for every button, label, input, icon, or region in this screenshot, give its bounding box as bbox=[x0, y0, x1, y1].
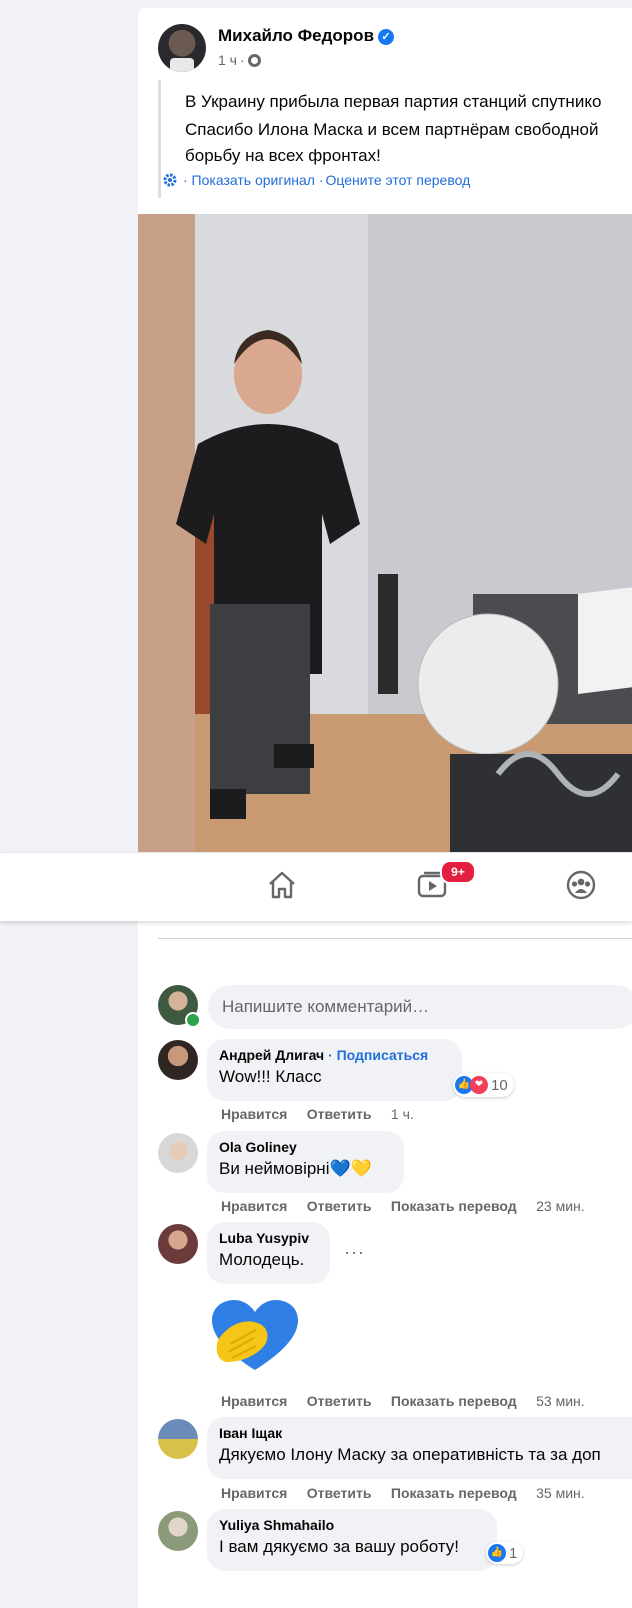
bottom-nav bbox=[0, 852, 632, 921]
comment-actions: Нравится Ответить 1 ч. bbox=[221, 1106, 414, 1122]
commenter-avatar[interactable] bbox=[158, 1040, 198, 1080]
comment-time[interactable]: 23 мин. bbox=[536, 1198, 585, 1214]
comment-bubble: Андрей Длигач · Подписаться Wow!!! Класс bbox=[207, 1039, 462, 1101]
comment-bubble: Ola Goliney Ви неймовірні💙💛 bbox=[207, 1131, 404, 1193]
meta-separator: · bbox=[239, 52, 245, 68]
gear-icon bbox=[163, 173, 177, 187]
globe-icon bbox=[247, 53, 261, 67]
commenter-avatar[interactable] bbox=[158, 1511, 198, 1551]
translate-link[interactable]: Показать перевод bbox=[391, 1485, 517, 1501]
photo-illustration bbox=[138, 214, 632, 854]
heart-hands-sticker bbox=[212, 1300, 298, 1370]
author-avatar[interactable] bbox=[158, 24, 206, 72]
comment-input[interactable]: Напишите комментарий… bbox=[208, 985, 632, 1029]
comment-text: Wow!!! Класс bbox=[219, 1067, 322, 1086]
translate-link[interactable]: Показать перевод bbox=[391, 1198, 517, 1214]
commenter-name[interactable]: Іван Іщак bbox=[219, 1425, 632, 1441]
comment-actions: Нравится Ответить Показать перевод 23 ми… bbox=[221, 1198, 585, 1214]
comment-text: І вам дякуємо за вашу роботу! bbox=[219, 1537, 460, 1556]
reaction-count: 1 bbox=[509, 1544, 518, 1562]
comment-text: Ви неймовірні💙💛 bbox=[219, 1159, 372, 1178]
translation-links: · Показать оригинал · Оцените этот перев… bbox=[162, 172, 470, 188]
comment-bubble: Іван Іщак Дякуємо Ілону Маску за операти… bbox=[207, 1417, 632, 1479]
comment-bubble: Yuliya Shmahailo І вам дякуємо за вашу р… bbox=[207, 1509, 497, 1571]
commenter-avatar[interactable] bbox=[158, 1224, 198, 1264]
post-author[interactable]: Михайло Федоров ✓ bbox=[218, 26, 395, 46]
reply-link[interactable]: Ответить bbox=[307, 1106, 372, 1122]
like-link[interactable]: Нравится bbox=[221, 1485, 287, 1501]
comment-actions: Нравится Ответить Показать перевод 53 ми… bbox=[221, 1393, 585, 1409]
like-link[interactable]: Нравится bbox=[221, 1393, 287, 1409]
reply-link[interactable]: Ответить bbox=[307, 1198, 372, 1214]
groups-icon[interactable] bbox=[565, 869, 597, 901]
commenter-name[interactable]: Андрей Длигач bbox=[219, 1047, 324, 1063]
commenter-avatar[interactable] bbox=[158, 1419, 198, 1459]
reaction-summary[interactable]: 👍 ❤ 10 bbox=[453, 1073, 514, 1097]
commenter-name[interactable]: Luba Yusypiv bbox=[219, 1230, 318, 1246]
like-link[interactable]: Нравится bbox=[221, 1198, 287, 1214]
reply-link[interactable]: Ответить bbox=[307, 1393, 372, 1409]
comment-time[interactable]: 53 мин. bbox=[536, 1393, 585, 1409]
post-photo[interactable] bbox=[138, 214, 632, 854]
love-reaction-icon: ❤ bbox=[470, 1076, 488, 1094]
comment-time[interactable]: 1 ч. bbox=[391, 1106, 414, 1122]
translate-link[interactable]: Показать перевод bbox=[391, 1393, 517, 1409]
commenter-avatar[interactable] bbox=[158, 1133, 198, 1173]
author-name[interactable]: Михайло Федоров bbox=[218, 26, 374, 45]
post-text-line: Спасибо Илона Маска и всем партнёрам сво… bbox=[185, 120, 599, 139]
post-text-line: В Украину прибыла первая партия станций … bbox=[185, 92, 602, 111]
reply-link[interactable]: Ответить bbox=[307, 1485, 372, 1501]
home-icon[interactable] bbox=[266, 869, 298, 901]
watch-badge: 9+ bbox=[440, 860, 476, 884]
show-original-link[interactable]: · Показать оригинал · bbox=[183, 172, 324, 188]
divider bbox=[158, 938, 632, 939]
rate-translation-link[interactable]: Оцените этот перевод bbox=[326, 172, 471, 188]
post-time[interactable]: 1 ч bbox=[218, 52, 237, 68]
reaction-summary[interactable]: 👍 1 bbox=[486, 1542, 524, 1564]
post-text-line: борьбу на всех фронтах! bbox=[185, 146, 381, 165]
like-link[interactable]: Нравится bbox=[221, 1106, 287, 1122]
follow-link[interactable]: · Подписаться bbox=[328, 1047, 428, 1063]
comment-text: Молодець. bbox=[219, 1250, 305, 1269]
comment-actions: Нравится Ответить Показать перевод 35 ми… bbox=[221, 1485, 585, 1501]
like-reaction-icon: 👍 bbox=[488, 1544, 506, 1562]
verified-icon: ✓ bbox=[378, 29, 395, 45]
commenter-name[interactable]: Ola Goliney bbox=[219, 1139, 392, 1155]
commenter-name[interactable]: Yuliya Shmahailo bbox=[219, 1517, 485, 1533]
comment-time[interactable]: 35 мин. bbox=[536, 1485, 585, 1501]
comment-bubble: Luba Yusypiv Молодець. bbox=[207, 1222, 330, 1284]
more-options-icon[interactable]: ··· bbox=[344, 1242, 365, 1263]
online-indicator bbox=[185, 1012, 201, 1028]
comment-text: Дякуємо Ілону Маску за оперативність та … bbox=[219, 1445, 601, 1464]
reaction-count: 10 bbox=[491, 1076, 508, 1094]
post-meta: 1 ч · bbox=[218, 52, 261, 68]
